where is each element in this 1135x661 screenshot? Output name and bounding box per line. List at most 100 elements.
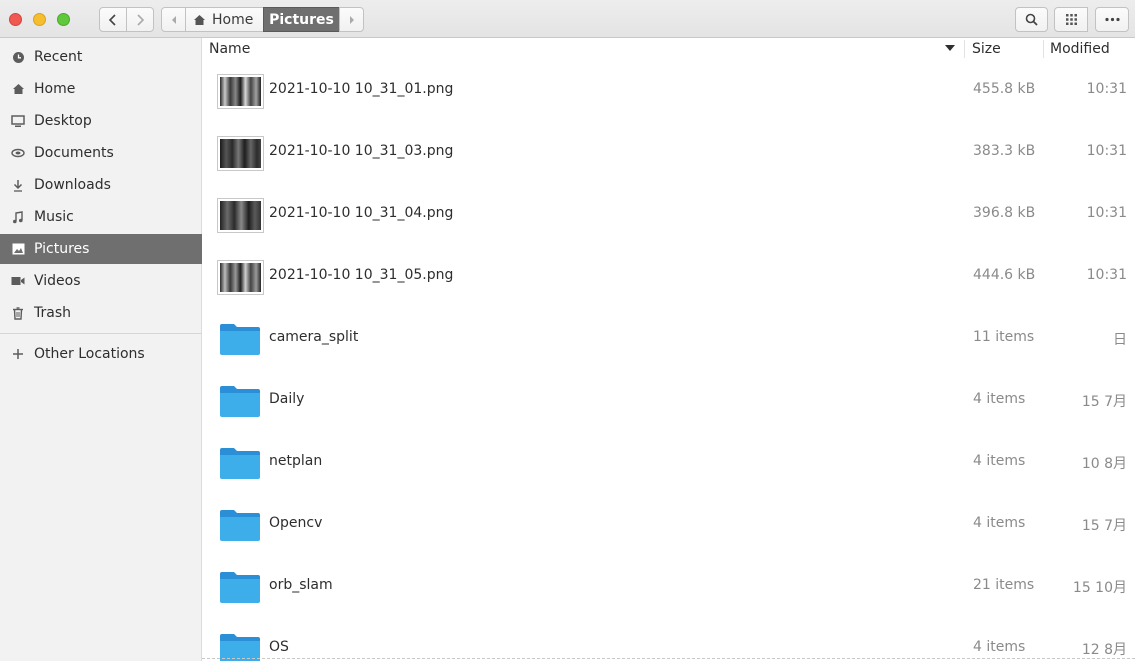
folder-row[interactable]: Daily 4 items 15 7月 <box>202 370 1135 432</box>
folder-modified: 12 8月 <box>1081 642 1127 658</box>
image-thumbnail <box>217 198 264 233</box>
sidebar-item-label: Desktop <box>34 113 92 129</box>
column-separator[interactable] <box>1043 40 1044 58</box>
folder-name: netplan <box>269 453 323 469</box>
plus-icon <box>10 346 26 362</box>
header-bar: Home Pictures <box>0 0 1135 38</box>
triangle-right-icon <box>349 15 354 24</box>
sidebar-item-label: Pictures <box>34 241 90 257</box>
folder-size: 4 items <box>973 515 1026 531</box>
sidebar-item-label: Trash <box>34 305 71 321</box>
sidebar-item-music[interactable]: Music <box>0 202 202 232</box>
sidebar-item-pictures[interactable]: Pictures <box>0 234 202 264</box>
sort-descending-icon[interactable] <box>945 45 955 51</box>
folder-row[interactable]: camera_split 11 items 日 <box>202 308 1135 370</box>
folder-name: OS <box>269 639 289 655</box>
back-button[interactable] <box>99 7 127 32</box>
folder-size: 4 items <box>973 391 1026 407</box>
folder-row[interactable]: Opencv 4 items 15 7月 <box>202 494 1135 556</box>
view-grid-button[interactable] <box>1054 7 1088 32</box>
more-horizontal-icon <box>1104 17 1120 22</box>
path-home-button[interactable]: Home <box>185 7 264 32</box>
path-scroll-right-button[interactable] <box>339 7 364 32</box>
file-row[interactable]: 2021-10-10 10_31_03.png 383.3 kB 10:31 <box>202 122 1135 184</box>
folder-row[interactable]: netplan 4 items 10 8月 <box>202 432 1135 494</box>
folder-name: Opencv <box>269 515 323 531</box>
file-row[interactable]: 2021-10-10 10_31_04.png 396.8 kB 10:31 <box>202 184 1135 246</box>
video-icon <box>10 273 26 289</box>
path-current-label: Pictures <box>269 11 334 28</box>
drop-target-indicator <box>202 658 1135 659</box>
file-row[interactable]: 2021-10-10 10_31_01.png 455.8 kB 10:31 <box>202 60 1135 122</box>
folder-modified: 15 10月 <box>1072 580 1127 596</box>
folder-icon <box>220 448 260 479</box>
folder-row[interactable]: OS 4 items 12 8月 <box>202 618 1135 661</box>
column-separator[interactable] <box>964 40 965 58</box>
file-modified: 10:31 <box>1086 143 1127 159</box>
folder-modified: 10 8月 <box>1081 456 1127 472</box>
forward-button[interactable] <box>126 7 154 32</box>
folder-modified: 15 7月 <box>1081 518 1127 534</box>
window-minimize-button[interactable] <box>33 13 46 26</box>
documents-icon <box>10 145 26 161</box>
folder-icon <box>220 572 260 603</box>
search-button[interactable] <box>1015 7 1048 32</box>
folder-name: camera_split <box>269 329 359 345</box>
folder-row[interactable]: orb_slam 21 items 15 10月 <box>202 556 1135 618</box>
sidebar-item-label: Recent <box>34 49 83 65</box>
file-size: 455.8 kB <box>973 81 1036 97</box>
music-icon <box>10 209 26 225</box>
trash-icon <box>10 305 26 321</box>
file-modified: 10:31 <box>1086 267 1127 283</box>
path-scroll-left-button[interactable] <box>161 7 186 32</box>
folder-icon <box>220 324 260 355</box>
sidebar-item-label: Documents <box>34 145 114 161</box>
sidebar-item-downloads[interactable]: Downloads <box>0 170 202 200</box>
sidebar-item-documents[interactable]: Documents <box>0 138 202 168</box>
sidebar-item-other-locations[interactable]: Other Locations <box>0 339 202 369</box>
file-name: 2021-10-10 10_31_05.png <box>269 267 454 283</box>
triangle-left-icon <box>171 15 176 24</box>
image-thumbnail <box>217 260 264 295</box>
path-current-button[interactable]: Pictures <box>263 7 340 32</box>
pictures-icon <box>10 241 26 257</box>
file-name: 2021-10-10 10_31_01.png <box>269 81 454 97</box>
folder-size: 4 items <box>973 453 1026 469</box>
folder-modified: 15 7月 <box>1081 394 1127 410</box>
file-size: 444.6 kB <box>973 267 1036 283</box>
home-icon <box>10 81 26 97</box>
folder-modified: 日 <box>1113 332 1127 348</box>
file-name: 2021-10-10 10_31_03.png <box>269 143 454 159</box>
sidebar-item-trash[interactable]: Trash <box>0 298 202 328</box>
folder-name: orb_slam <box>269 577 333 593</box>
folder-icon <box>220 386 260 417</box>
column-size-header[interactable]: Size <box>972 41 1001 57</box>
sidebar-item-label: Music <box>34 209 74 225</box>
window-close-button[interactable] <box>9 13 22 26</box>
sidebar-item-desktop[interactable]: Desktop <box>0 106 202 136</box>
file-size: 383.3 kB <box>973 143 1036 159</box>
sidebar: Recent Home Desktop Documents Downloads … <box>0 38 202 661</box>
sidebar-item-recent[interactable]: Recent <box>0 42 202 72</box>
folder-size: 21 items <box>973 577 1035 593</box>
path-home-label: Home <box>212 11 254 28</box>
chevron-right-icon <box>137 13 145 26</box>
home-icon <box>194 14 205 25</box>
column-name-header[interactable]: Name <box>209 41 250 57</box>
file-row[interactable]: 2021-10-10 10_31_05.png 444.6 kB 10:31 <box>202 246 1135 308</box>
search-icon <box>1025 13 1038 26</box>
menu-button[interactable] <box>1095 7 1129 32</box>
sidebar-item-home[interactable]: Home <box>0 74 202 104</box>
sidebar-item-label: Other Locations <box>34 346 145 362</box>
folder-name: Daily <box>269 391 305 407</box>
window-maximize-button[interactable] <box>57 13 70 26</box>
chevron-left-icon <box>108 13 116 26</box>
folder-size: 4 items <box>973 639 1026 655</box>
download-icon <box>10 177 26 193</box>
folder-icon <box>220 634 260 661</box>
sidebar-item-videos[interactable]: Videos <box>0 266 202 296</box>
grid-icon <box>1065 14 1077 25</box>
column-modified-header[interactable]: Modified <box>1050 41 1110 57</box>
folder-size: 11 items <box>973 329 1035 345</box>
column-header: Name Size Modified <box>202 38 1135 60</box>
